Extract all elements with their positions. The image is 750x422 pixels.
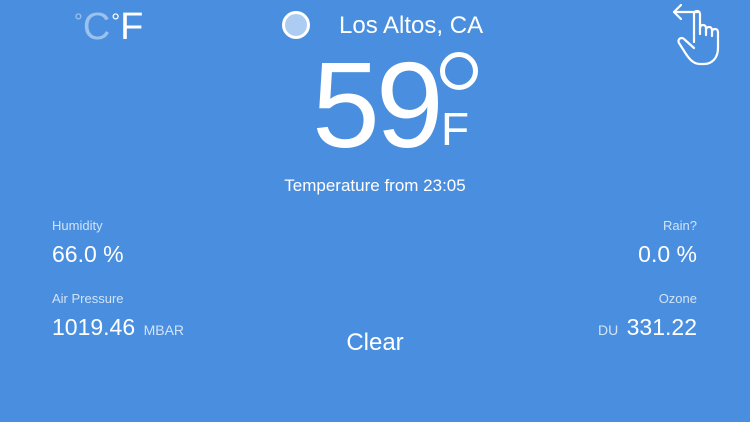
rain-label: Rain? (663, 218, 697, 233)
location-dot-icon[interactable] (282, 11, 310, 39)
temperature-source-time: Temperature from 23:05 (284, 176, 466, 195)
rain-value: 0.0 % (638, 241, 697, 267)
air-pressure-label: Air Pressure (52, 291, 124, 306)
fahrenheit-degree-symbol: ° (111, 9, 121, 34)
ozone-label: Ozone (658, 291, 697, 306)
swipe-hand-icon[interactable] (668, 0, 738, 70)
location-name[interactable]: Los Altos, CA (339, 12, 483, 40)
temperature-unit: F (441, 103, 470, 155)
humidity-label: Humidity (52, 218, 103, 233)
temperature-value: 59 (312, 37, 444, 173)
celsius-degree-symbol: ° (74, 9, 83, 34)
unit-toggle[interactable]: ° C ° F (74, 6, 143, 49)
celsius-label[interactable]: C (83, 6, 110, 49)
degree-ring-icon (440, 52, 478, 90)
weather-condition: Clear (346, 329, 404, 356)
humidity-value: 66.0 % (52, 241, 124, 267)
fahrenheit-label[interactable]: F (120, 6, 143, 49)
